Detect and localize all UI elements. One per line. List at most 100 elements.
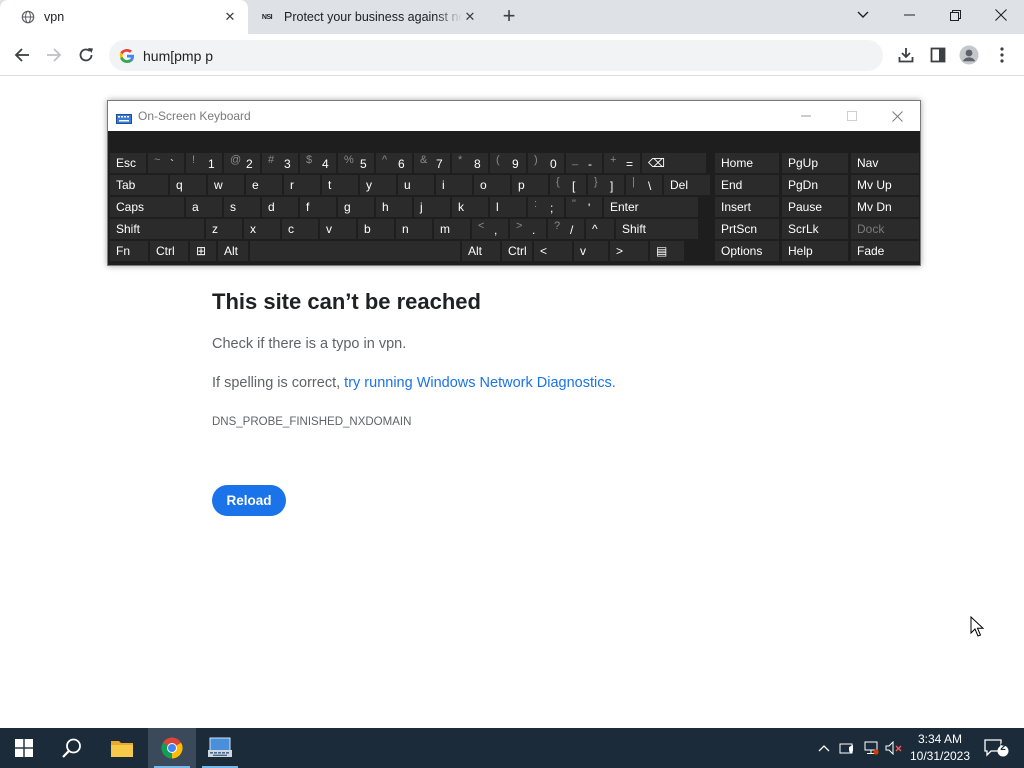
osk-key-fade[interactable]: Fade	[850, 240, 920, 262]
reload-button[interactable]: Reload	[212, 485, 286, 516]
osk-key-options[interactable]: Options	[714, 240, 780, 262]
osk-key-d[interactable]: d	[261, 196, 299, 218]
osk-key-left-arrow[interactable]: <	[533, 240, 573, 262]
osk-key-space[interactable]	[249, 240, 461, 262]
osk-key-1[interactable]: ! 1	[185, 152, 223, 174]
osk-key-u[interactable]: u	[397, 174, 435, 196]
osk-key-q[interactable]: q	[169, 174, 207, 196]
tab-protect-business[interactable]: NSI Protect your business against ne ✕	[250, 0, 488, 34]
osk-key-shift[interactable]: Shift	[109, 218, 205, 240]
osk-key-down-arrow[interactable]: v	[573, 240, 609, 262]
osk-key-f[interactable]: f	[299, 196, 337, 218]
menu-kebab-icon[interactable]	[988, 41, 1016, 69]
volume-muted-icon[interactable]	[884, 738, 904, 758]
osk-key-shift[interactable]: Shift	[615, 218, 699, 240]
osk-key-up-arrow[interactable]: ^	[585, 218, 615, 240]
osk-key-h[interactable]: h	[375, 196, 413, 218]
network-diagnostics-link[interactable]: try running Windows Network Diagnostics	[344, 375, 612, 391]
osk-key-g[interactable]: g	[337, 196, 375, 218]
osk-key-home[interactable]: Home	[714, 152, 780, 174]
osk-key-end[interactable]: End	[714, 174, 780, 196]
osk-key-k[interactable]: k	[451, 196, 489, 218]
osk-key-nav[interactable]: Nav	[850, 152, 920, 174]
osk-key-n[interactable]: n	[395, 218, 433, 240]
osk-key-8[interactable]: * 8	[451, 152, 489, 174]
osk-title-bar[interactable]: On-Screen Keyboard	[108, 101, 920, 131]
osk-key-scrlk[interactable]: ScrLk	[781, 218, 849, 240]
osk-key-v[interactable]: v	[319, 218, 357, 240]
new-tab-button[interactable]: +	[498, 5, 520, 28]
osk-key-insert[interactable]: Insert	[714, 196, 780, 218]
osk-key-alt[interactable]: Alt	[461, 240, 501, 262]
tab-vpn[interactable]: vpn ✕	[0, 0, 248, 34]
on-screen-keyboard-icon[interactable]	[196, 728, 244, 768]
network-icon[interactable]	[861, 738, 881, 758]
osk-key-symbol-3-9[interactable]: >.	[509, 218, 547, 240]
osk-key-z[interactable]: z	[205, 218, 243, 240]
tab-search-chevron-icon[interactable]	[840, 0, 886, 30]
osk-key-m[interactable]: m	[433, 218, 471, 240]
osk-key-esc[interactable]: Esc	[109, 152, 147, 174]
osk-key-c[interactable]: c	[281, 218, 319, 240]
osk-key-r[interactable]: r	[283, 174, 321, 196]
back-arrow-icon[interactable]	[8, 41, 36, 69]
osk-key-w[interactable]: w	[207, 174, 245, 196]
profile-avatar-icon[interactable]	[955, 41, 983, 69]
osk-key-l[interactable]: l	[489, 196, 527, 218]
osk-key-7[interactable]: & 7	[413, 152, 451, 174]
osk-key-symbol-3-8[interactable]: <,	[471, 218, 509, 240]
osk-key-symbol-1-13[interactable]: | \	[625, 174, 663, 196]
osk-key-symbol-2-11[interactable]: " '	[565, 196, 603, 218]
forward-arrow-icon[interactable]	[40, 41, 68, 69]
osk-key-j[interactable]: j	[413, 196, 451, 218]
osk-key-symbol-0-12[interactable]: _ -	[565, 152, 603, 174]
restore-button[interactable]	[932, 0, 978, 30]
search-icon[interactable]	[48, 728, 96, 768]
osk-key-ctrl[interactable]: Ctrl	[501, 240, 533, 262]
osk-key-b[interactable]: b	[357, 218, 395, 240]
osk-key-pause[interactable]: Pause	[781, 196, 849, 218]
osk-key-help[interactable]: Help	[781, 240, 849, 262]
osk-key-p[interactable]: p	[511, 174, 549, 196]
osk-key-mv-dn[interactable]: Mv Dn	[850, 196, 920, 218]
osk-key-backspace[interactable]: ⌫	[641, 152, 707, 174]
osk-key-tab[interactable]: Tab	[109, 174, 169, 196]
osk-key-9[interactable]: (9	[489, 152, 527, 174]
osk-key-enter[interactable]: Enter	[603, 196, 699, 218]
osk-key-symbol-1-11[interactable]: {[	[549, 174, 587, 196]
osk-key-alt[interactable]: Alt	[217, 240, 249, 262]
osk-key-pgdn[interactable]: PgDn	[781, 174, 849, 196]
osk-key-caps[interactable]: Caps	[109, 196, 185, 218]
osk-key-ctrl[interactable]: Ctrl	[149, 240, 189, 262]
close-tab-icon[interactable]: ✕	[462, 9, 478, 25]
osk-key-i[interactable]: i	[435, 174, 473, 196]
osk-minimize-icon[interactable]	[783, 101, 829, 131]
minimize-button[interactable]	[886, 0, 932, 30]
system-clock[interactable]: 3:34 AM 10/31/2023	[906, 731, 974, 765]
osk-maximize-icon[interactable]	[829, 101, 875, 131]
osk-key-5[interactable]: % 5	[337, 152, 375, 174]
address-bar[interactable]: hum[pmp p	[109, 40, 883, 71]
osk-key-prtscn[interactable]: PrtScn	[714, 218, 780, 240]
osk-key-symbol-0-1[interactable]: ~ `	[147, 152, 185, 174]
security-shield-icon[interactable]	[837, 738, 857, 758]
close-window-button[interactable]	[978, 0, 1024, 30]
osk-key-t[interactable]: t	[321, 174, 359, 196]
osk-key-right-arrow[interactable]: >	[609, 240, 649, 262]
osk-key-x[interactable]: x	[243, 218, 281, 240]
osk-key-3[interactable]: #3	[261, 152, 299, 174]
close-tab-icon[interactable]: ✕	[222, 9, 238, 25]
start-icon[interactable]	[0, 728, 48, 768]
chevron-up-icon[interactable]	[814, 738, 834, 758]
osk-key-2[interactable]: @2	[223, 152, 261, 174]
osk-key-symbol-2-10[interactable]: :;	[527, 196, 565, 218]
osk-key-s[interactable]: s	[223, 196, 261, 218]
osk-key-e[interactable]: e	[245, 174, 283, 196]
osk-key-pgup[interactable]: PgUp	[781, 152, 849, 174]
osk-key-6[interactable]: ^ 6	[375, 152, 413, 174]
reload-icon[interactable]	[72, 41, 100, 69]
osk-key-a[interactable]: a	[185, 196, 223, 218]
notification-center-icon[interactable]: 2	[983, 738, 1009, 758]
osk-key-symbol-1-12[interactable]: }]	[587, 174, 625, 196]
chrome-icon[interactable]	[148, 728, 196, 768]
